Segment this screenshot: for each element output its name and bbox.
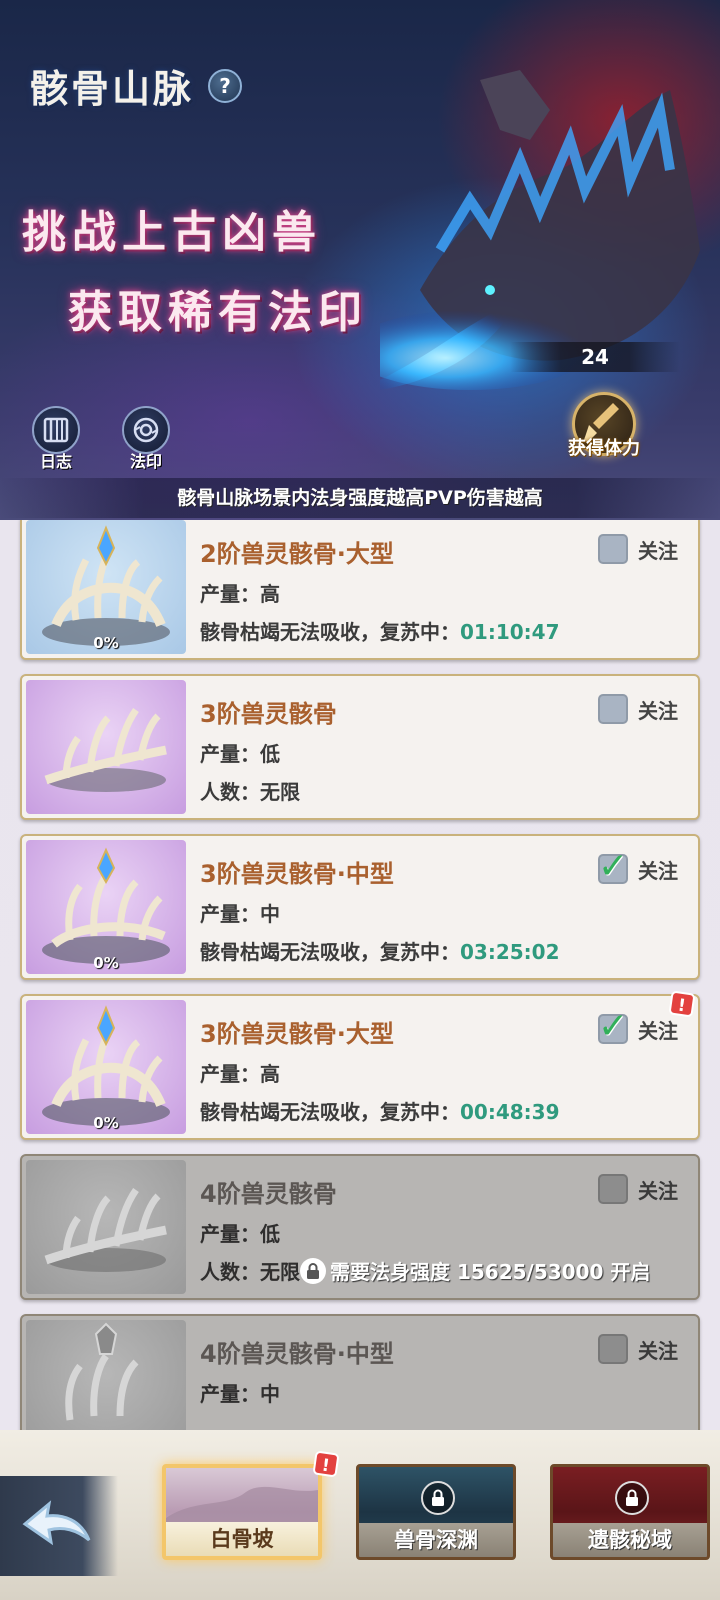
bone-progress: 0% (93, 634, 119, 652)
bone-yield: 产量：高 (200, 1062, 280, 1086)
follow-label: 关注 (638, 1018, 678, 1043)
follow-toggle[interactable]: ✓ 关注 (598, 846, 678, 887)
check-icon: ✓ (598, 846, 629, 887)
bone-capacity: 人数：无限 (200, 1260, 300, 1284)
recovery-timer: 03:25:02 (460, 940, 560, 964)
follow-toggle[interactable]: ✓ 关注 (598, 1006, 678, 1047)
bone-name: 4阶兽灵骸骨 (200, 1180, 337, 1208)
follow-checkbox[interactable] (598, 694, 628, 724)
bone-name: 3阶兽灵骸骨·大型 (200, 1020, 394, 1048)
hero-banner: 骸骨山脉 ? 挑战上古凶兽 获取稀有法印 24 获得体力 日志 法印 骸骨山脉场… (0, 0, 720, 520)
follow-toggle[interactable]: 关注 (598, 534, 678, 564)
unlock-requirement-text: 需要法身强度 15625/53000 开启 (330, 1260, 651, 1284)
follow-toggle[interactable]: 关注 (598, 1334, 678, 1364)
bone-card-locked[interactable]: 4阶兽灵骸骨 产量：低 人数：无限 需要法身强度 15625/53000 开启 … (20, 1154, 700, 1300)
alert-badge: ! (312, 1450, 340, 1478)
log-button[interactable]: 日志 (26, 406, 86, 472)
seal-icon (133, 417, 159, 443)
log-label: 日志 (39, 452, 72, 471)
tab-label: 遗骸秘域 (553, 1523, 707, 1557)
bone-list[interactable]: 0% 2阶兽灵骸骨·大型 产量：高 骸骨枯竭无法吸收，复苏中：01:10:47 … (0, 520, 720, 1430)
follow-toggle[interactable]: 关注 (598, 694, 678, 724)
bone-card[interactable]: 3阶兽灵骸骨 产量：低 人数：无限 关注 (20, 674, 700, 820)
bone-capacity: 人数：无限 (200, 780, 300, 804)
follow-label: 关注 (638, 698, 678, 723)
recovery-timer: 01:10:47 (460, 620, 560, 644)
lock-icon (615, 1481, 649, 1515)
bone-status-text: 骸骨枯竭无法吸收，复苏中： (200, 1100, 460, 1124)
bone-thumbnail: 0% (26, 840, 186, 974)
scene-title: 骸骨山脉 (30, 66, 195, 111)
beast-illustration (380, 70, 700, 390)
bone-pile-icon (44, 1187, 167, 1272)
bone-yield: 产量：中 (200, 1382, 280, 1406)
lock-icon (300, 1257, 326, 1284)
lock-icon (421, 1481, 455, 1515)
bone-thumbnail: 0% (26, 520, 186, 654)
bone-yield: 产量：中 (200, 902, 280, 926)
check-icon: ✓ (598, 1006, 629, 1047)
follow-checkbox[interactable] (598, 534, 628, 564)
bone-status: 骸骨枯竭无法吸收，复苏中：00:48:39 (200, 1096, 560, 1125)
follow-label: 关注 (638, 1338, 678, 1363)
bone-card[interactable]: 0% 3阶兽灵骸骨·大型 产量：高 骸骨枯竭无法吸收，复苏中：00:48:39 … (20, 994, 700, 1140)
bone-thumbnail (26, 680, 186, 814)
log-icon (43, 417, 69, 443)
bone-yield: 产量：低 (200, 742, 280, 766)
follow-checkbox[interactable] (598, 1334, 628, 1364)
bottom-nav: 白骨坡 ! 兽骨深渊 遗骸秘域 (0, 1430, 720, 1600)
follow-checkbox[interactable]: ✓ (598, 846, 628, 887)
bone-progress: 0% (93, 954, 119, 972)
bone-card[interactable]: 0% 2阶兽灵骸骨·大型 产量：高 骸骨枯竭无法吸收，复苏中：01:10:47 … (20, 520, 700, 660)
follow-label: 关注 (638, 538, 678, 563)
bone-pile-icon (44, 707, 167, 792)
follow-label: 关注 (638, 858, 678, 883)
bone-yield: 产量：高 (200, 582, 280, 606)
stamina-button-label[interactable]: 获得体力 (556, 434, 652, 460)
back-arrow-icon (22, 1500, 91, 1546)
bone-thumbnail: 0% (26, 1000, 186, 1134)
stamina-count: 24 (510, 342, 680, 372)
alert-badge: ! (668, 990, 696, 1018)
bone-card-locked[interactable]: 4阶兽灵骸骨·中型 产量：中 关注 (20, 1314, 700, 1430)
follow-label: 关注 (638, 1178, 678, 1203)
bone-thumbnail (26, 1320, 186, 1430)
bone-thumbnail (26, 1160, 186, 1294)
bone-status-text: 骸骨枯竭无法吸收，复苏中： (200, 620, 460, 644)
recovery-timer: 00:48:39 (460, 1100, 560, 1124)
bone-yield: 产量：低 (200, 1222, 280, 1246)
landscape-thumbnail (166, 1486, 318, 1528)
slogan-line-1: 挑战上古凶兽 (22, 207, 322, 258)
bone-status: 骸骨枯竭无法吸收，复苏中：03:25:02 (200, 936, 560, 965)
bone-card[interactable]: 0% 3阶兽灵骸骨·中型 产量：中 骸骨枯竭无法吸收，复苏中：03:25:02 … (20, 834, 700, 980)
follow-toggle[interactable]: 关注 (598, 1174, 678, 1204)
tab-label: 白骨坡 (166, 1522, 318, 1556)
seal-label: 法印 (129, 452, 162, 471)
tab-shougu-shenyuan[interactable]: 兽骨深渊 (356, 1464, 516, 1560)
back-button[interactable] (0, 1476, 118, 1576)
unlock-requirement: 需要法身强度 15625/53000 开启 (300, 1256, 650, 1285)
bone-name: 3阶兽灵骸骨·中型 (200, 860, 394, 888)
follow-checkbox[interactable]: ✓ (598, 1006, 628, 1047)
scene-info-text: 骸骨山脉场景内法身强度越高PVP伤害越高 (0, 478, 720, 518)
bone-progress: 0% (93, 1114, 119, 1132)
bone-status: 骸骨枯竭无法吸收，复苏中：01:10:47 (200, 616, 560, 645)
seal-button[interactable]: 法印 (116, 406, 176, 472)
help-icon[interactable]: ? (208, 68, 243, 103)
follow-checkbox[interactable] (598, 1174, 628, 1204)
bone-name: 3阶兽灵骸骨 (200, 700, 337, 728)
bone-name: 4阶兽灵骸骨·中型 (200, 1340, 394, 1368)
bone-pile-icon (65, 1322, 139, 1421)
tab-yihai-miyu[interactable]: 遗骸秘域 (550, 1464, 710, 1560)
bone-status-text: 骸骨枯竭无法吸收，复苏中： (200, 940, 460, 964)
tab-label: 兽骨深渊 (359, 1523, 513, 1557)
bone-name: 2阶兽灵骸骨·大型 (200, 540, 394, 568)
slogan-line-2: 获取稀有法印 (68, 287, 368, 338)
tab-baigupo[interactable]: 白骨坡 (162, 1464, 322, 1560)
